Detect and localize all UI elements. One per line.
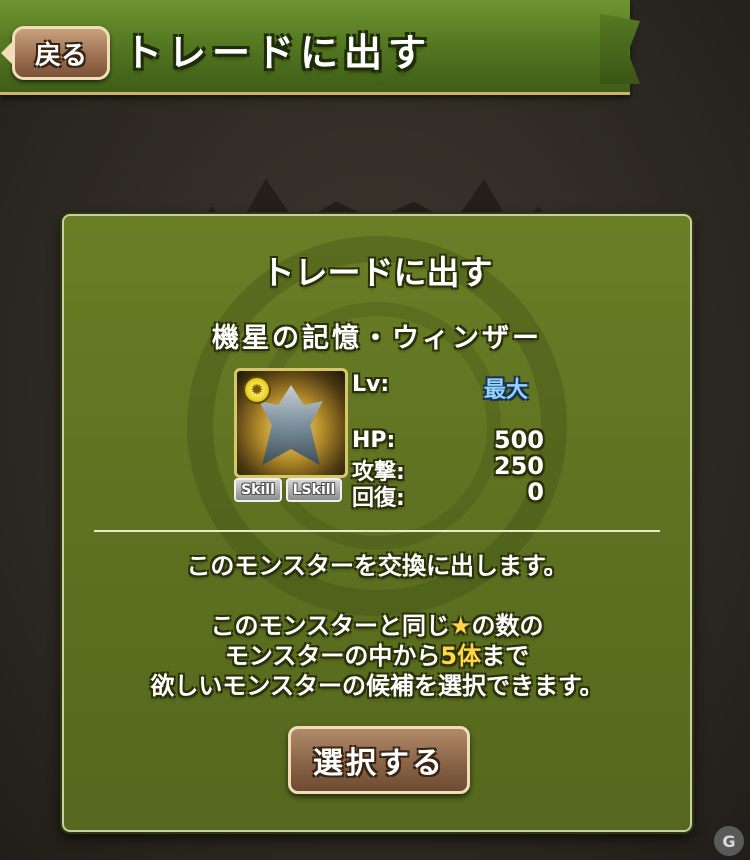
page-title: トレードに出す [124,31,433,75]
sun-icon: ✹ [243,376,271,404]
attack-value: 250 [493,452,544,480]
header-tail-ornament [600,14,640,84]
recovery-value: 0 [527,478,544,506]
monster-name: 機星の記憶・ウィンザー [212,323,542,354]
back-button[interactable]: 戻る [1,26,110,80]
level-value: 最大 [484,378,529,403]
trade-rule-line-3: 欲しいモンスターの候補を選択できます。 [150,672,604,700]
site-watermark-logo: G [714,826,744,856]
recovery-label: 回復: [352,486,405,511]
hp-value: 500 [493,426,544,454]
select-button-label: 選択する [313,746,445,781]
leader-skill-badge: LSkill [286,478,342,502]
header-bar: 戻る トレードに出す [0,0,630,95]
back-button-label: 戻る [34,40,87,71]
select-button[interactable]: 選択する [288,726,470,794]
trade-notice-text: このモンスターを交換に出します。 [186,552,568,580]
divider [94,530,660,532]
hp-label: HP: [352,428,396,453]
level-label: Lv: [352,372,390,397]
monster-portrait: ✹ [234,368,348,478]
trade-dialog: トレードに出す 機星の記憶・ウィンザー ✹ Skill LSkill Lv: 最… [62,214,692,832]
dialog-title: トレードに出す [261,253,493,292]
skill-badge: Skill [234,478,282,502]
